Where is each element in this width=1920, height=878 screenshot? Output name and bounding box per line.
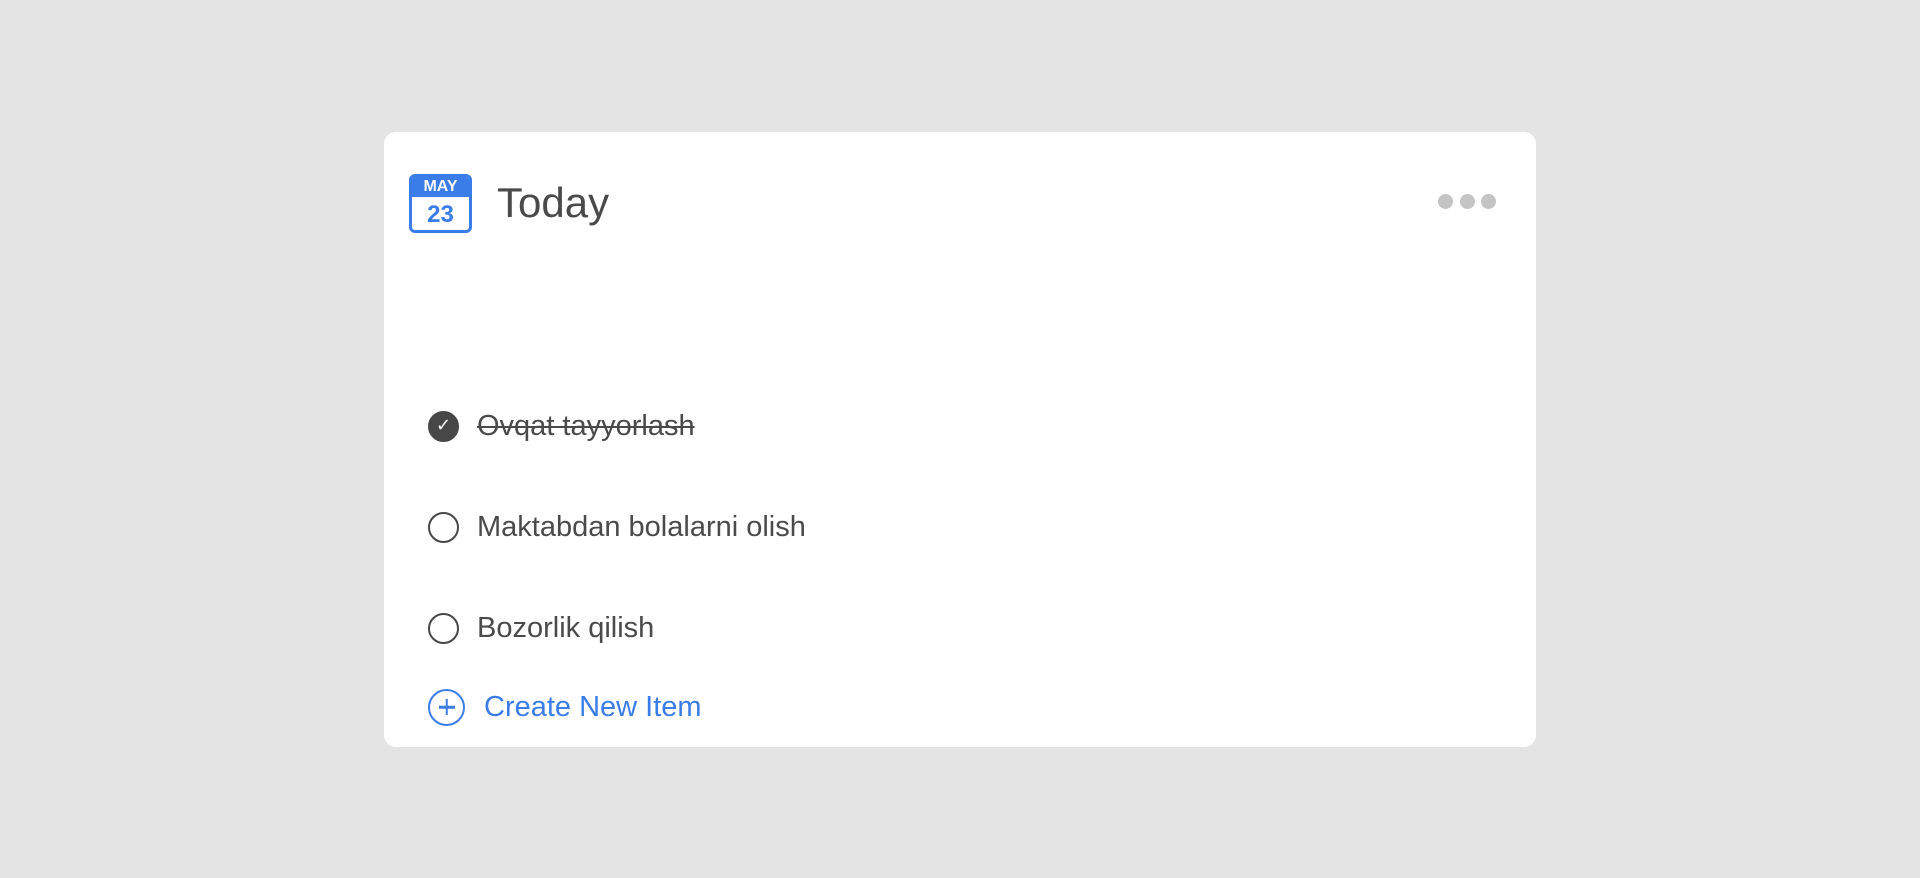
checkmark-icon: ✓ bbox=[435, 415, 452, 436]
create-new-item-button[interactable]: Create New Item bbox=[428, 687, 702, 727]
calendar-month: MAY bbox=[412, 177, 469, 197]
more-options-button[interactable] bbox=[1438, 184, 1496, 218]
more-dot-icon bbox=[1481, 193, 1496, 209]
calendar-icon: MAY 23 bbox=[409, 174, 472, 233]
today-widget-card: MAY 23 Today ✓ Ovqat tayyorlash Maktabda… bbox=[384, 132, 1536, 747]
task-label: Maktabdan bolalarni olish bbox=[477, 510, 806, 543]
checked-checkbox-icon[interactable]: ✓ bbox=[428, 410, 459, 442]
widget-title: Today bbox=[497, 179, 610, 226]
create-new-item-label: Create New Item bbox=[484, 690, 702, 723]
task-label: Ovqat tayyorlash bbox=[477, 409, 695, 442]
task-item[interactable]: Maktabdan bolalarni olish bbox=[428, 502, 806, 552]
task-item[interactable]: Bozorlik qilish bbox=[428, 603, 654, 653]
task-label: Bozorlik qilish bbox=[477, 611, 655, 644]
unchecked-checkbox-icon[interactable] bbox=[428, 511, 459, 543]
widget-header: MAY 23 Today bbox=[384, 132, 1536, 272]
calendar-day: 23 bbox=[427, 201, 454, 228]
plus-circle-icon bbox=[428, 688, 465, 726]
task-item[interactable]: ✓ Ovqat tayyorlash bbox=[428, 401, 695, 451]
more-dot-icon bbox=[1438, 193, 1453, 209]
more-dot-icon bbox=[1459, 193, 1475, 209]
unchecked-checkbox-icon[interactable] bbox=[428, 612, 459, 644]
